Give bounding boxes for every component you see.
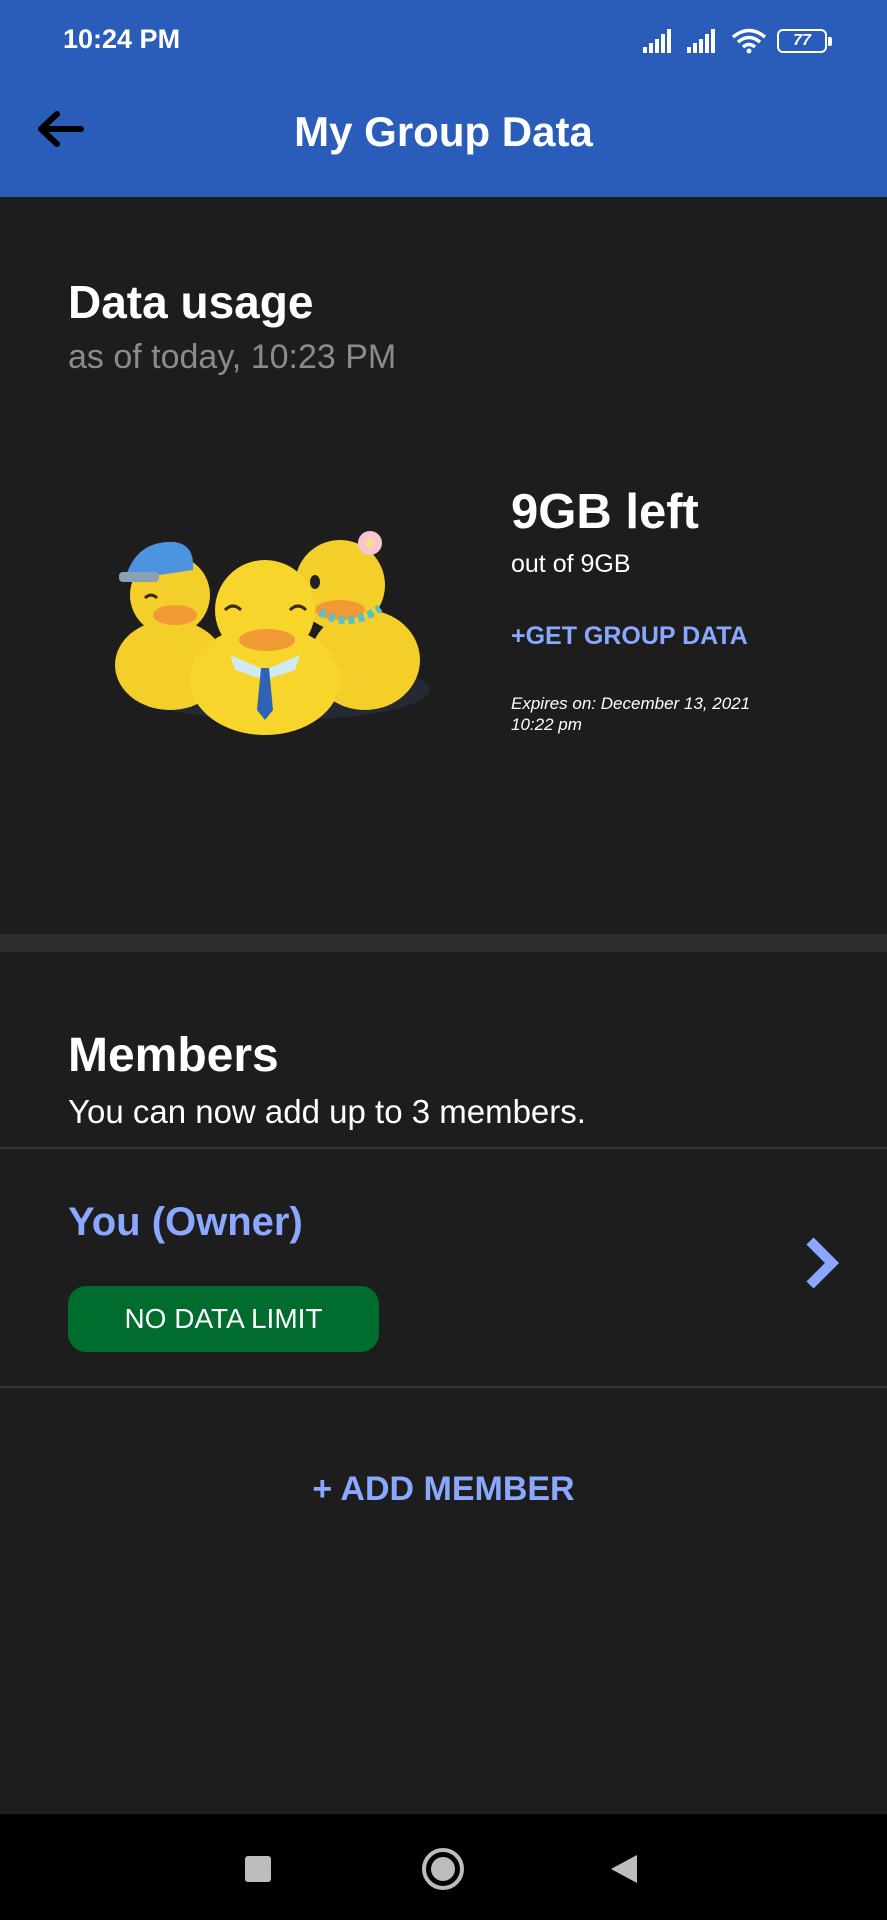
member-row-owner[interactable]: You (Owner) NO DATA LIMIT [0,1150,887,1386]
recent-apps-button[interactable] [233,1844,283,1894]
data-total: out of 9GB [511,550,631,578]
back-triangle-icon [611,1855,637,1883]
page-title: My Group Data [294,108,593,155]
signal-icon [643,29,671,53]
wifi-icon [731,28,767,54]
get-group-data-link[interactable]: +GET GROUP DATA [511,622,748,651]
system-nav-bar [0,1814,887,1920]
home-button[interactable] [418,1844,468,1894]
divider [0,1386,887,1388]
battery-level: 77 [793,32,811,49]
status-icons: 77 [643,24,832,58]
ducks-illustration [115,531,430,735]
members-subtitle: You can now add up to 3 members. [68,1093,586,1130]
expiry-date: Expires on: December 13, 2021 [511,694,751,713]
expiry-time: 10:22 pm [511,715,582,734]
data-remaining: 9GB left [511,485,699,539]
section-divider [0,934,887,952]
battery-icon: 77 [777,29,832,53]
expiry-info: Expires on: December 13, 2021 10:22 pm [511,693,811,735]
data-usage-title: Data usage [68,276,314,328]
members-title: Members [68,1029,279,1082]
home-icon [422,1848,464,1890]
recent-apps-icon [245,1856,271,1882]
data-usage-timestamp: as of today, 10:23 PM [68,338,397,376]
divider [0,1147,887,1149]
add-member-button[interactable]: + ADD MEMBER [0,1470,887,1509]
back-nav-button[interactable] [599,1844,649,1894]
chevron-right-icon [806,1237,840,1289]
data-limit-badge: NO DATA LIMIT [68,1286,379,1352]
signal-icon [687,29,715,53]
member-name: You (Owner) [68,1200,303,1244]
status-time: 10:24 PM [63,24,181,54]
app-bar: 10:24 PM 77 My Group Data [0,0,887,197]
